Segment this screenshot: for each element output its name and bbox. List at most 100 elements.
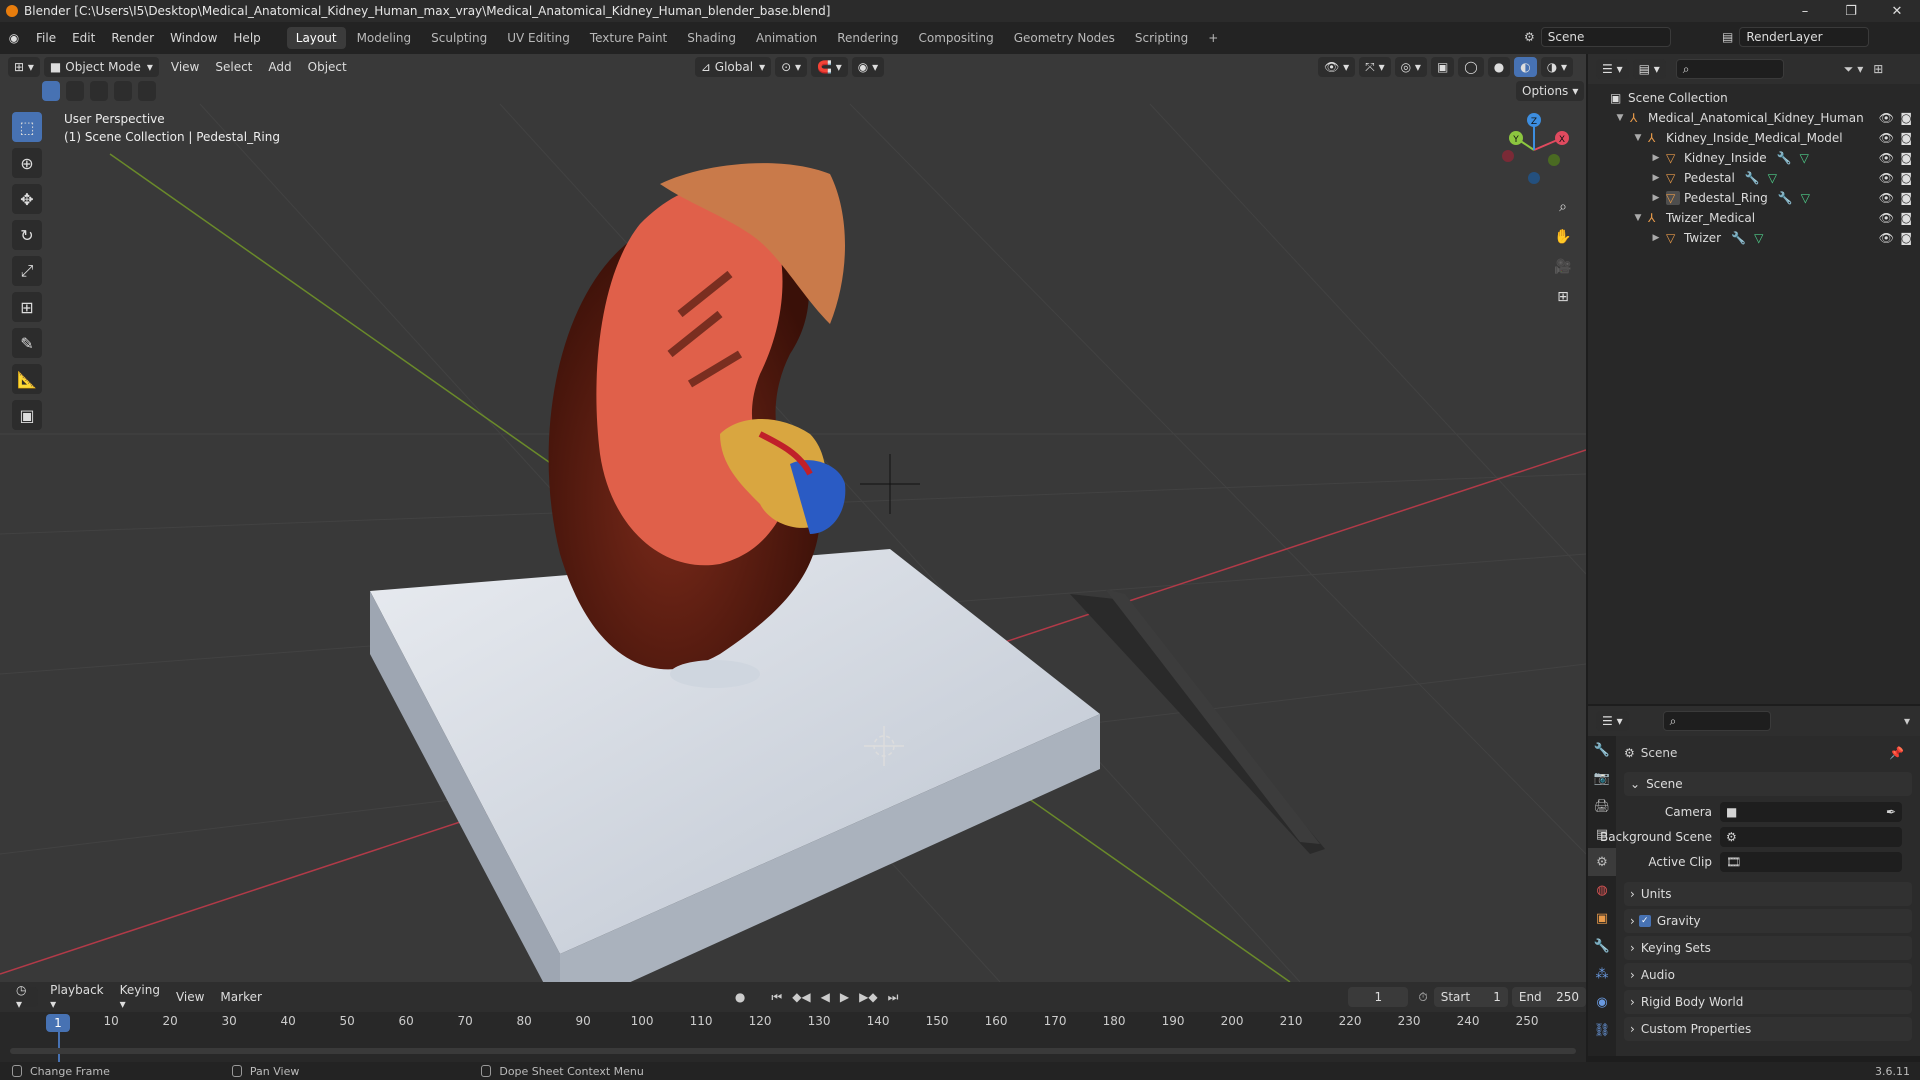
outliner-item[interactable]: ▶ ▽ Pedestal 🔧 ▽ 👁 ◙ xyxy=(1588,168,1920,188)
next-keyframe-icon[interactable]: ▶◆ xyxy=(859,990,877,1005)
jump-start-icon[interactable]: ⏮ xyxy=(771,990,782,1005)
clock-icon[interactable]: ⏱ xyxy=(1418,990,1427,1005)
menu-render[interactable]: Render xyxy=(103,22,162,54)
tab-sculpting[interactable]: Sculpting xyxy=(422,27,496,49)
outliner-editor-type-button[interactable]: ☰ ▾ xyxy=(1596,59,1629,79)
timeline-menu-marker[interactable]: Marker xyxy=(212,990,269,1004)
background-scene-field[interactable]: ⚙ xyxy=(1720,826,1902,847)
select-intersect-button[interactable] xyxy=(138,81,156,101)
add-workspace-button[interactable]: + xyxy=(1199,27,1227,49)
keying-sets-panel-header[interactable]: › Keying Sets xyxy=(1624,936,1912,960)
transform-orientation-selector[interactable]: ⊿ Global ▾ xyxy=(694,57,772,77)
tab-uv-editing[interactable]: UV Editing xyxy=(498,27,579,49)
select-new-button[interactable] xyxy=(42,81,60,101)
scale-tool-icon[interactable]: ⤢ xyxy=(12,256,42,286)
eye-icon[interactable]: 👁 xyxy=(1879,111,1894,125)
start-frame-field[interactable]: Start 1 xyxy=(1433,987,1508,1007)
properties-editor-type-button[interactable]: ☰ ▾ xyxy=(1596,711,1629,731)
expand-arrow-icon[interactable]: ▶ xyxy=(1650,193,1662,203)
gizmo-toggle[interactable]: ⤧ ▾ xyxy=(1359,57,1391,77)
eyedropper-icon[interactable]: ✒ xyxy=(1886,805,1896,819)
menu-help[interactable]: Help xyxy=(225,22,268,54)
timeline-scrollbar[interactable] xyxy=(10,1048,1576,1054)
audio-panel-header[interactable]: › Audio xyxy=(1624,963,1912,987)
shading-wireframe-button[interactable]: ◯ xyxy=(1458,57,1484,77)
mesh-data-icon[interactable]: ▽ xyxy=(1768,171,1777,185)
expand-arrow-icon[interactable]: ▼ xyxy=(1632,213,1644,223)
current-frame-field[interactable]: 1 xyxy=(1348,987,1409,1007)
active-clip-field[interactable]: 🎞 xyxy=(1720,851,1902,872)
navigation-gizmo[interactable]: X Y Z xyxy=(1494,110,1574,190)
tab-scripting[interactable]: Scripting xyxy=(1126,27,1197,49)
menu-edit[interactable]: Edit xyxy=(64,22,103,54)
camera-render-icon[interactable]: ◙ xyxy=(1900,211,1912,225)
camera-render-icon[interactable]: ◙ xyxy=(1900,171,1912,185)
tab-shading[interactable]: Shading xyxy=(678,27,745,49)
outliner-item[interactable]: ▼ ⅄ Twizer_Medical 👁 ◙ xyxy=(1588,208,1920,228)
properties-search-input[interactable]: ⌕ xyxy=(1662,711,1771,731)
camera-render-icon[interactable]: ◙ xyxy=(1900,111,1912,125)
timeline-menu-playback[interactable]: Playback ▾ xyxy=(42,983,112,1011)
close-button[interactable]: ✕ xyxy=(1874,0,1920,22)
view-layer-selector[interactable]: RenderLayer xyxy=(1739,27,1870,47)
shading-solid-button[interactable]: ● xyxy=(1487,57,1511,77)
end-frame-field[interactable]: End 250 xyxy=(1511,987,1587,1007)
camera-render-icon[interactable]: ◙ xyxy=(1900,231,1912,245)
shading-material-button[interactable]: ◐ xyxy=(1514,57,1537,77)
tab-geometry-nodes[interactable]: Geometry Nodes xyxy=(1005,27,1124,49)
playhead-frame[interactable]: 1 xyxy=(46,1014,70,1032)
eye-icon[interactable]: 👁 xyxy=(1879,191,1894,205)
camera-render-icon[interactable]: ◙ xyxy=(1900,191,1912,205)
new-collection-icon[interactable]: ⊞ xyxy=(1873,62,1883,76)
tool-tab-icon[interactable]: 🔧 xyxy=(1588,736,1616,764)
perspective-toggle-icon[interactable]: ⊞ xyxy=(1550,284,1576,310)
viewport-menu-add[interactable]: Add xyxy=(260,60,299,74)
editor-type-button[interactable]: ⊞ ▾ xyxy=(8,57,40,77)
tab-modeling[interactable]: Modeling xyxy=(348,27,421,49)
gravity-panel-header[interactable]: › ✓ Gravity xyxy=(1624,909,1912,933)
frame-ruler[interactable]: 1 10 20 30 40 50 60 70 80 90 100 110 120 130 140 150 16… xyxy=(0,1012,1586,1036)
pan-hand-icon[interactable]: ✋ xyxy=(1550,224,1576,250)
shading-rendered-button[interactable]: ◑ ▾ xyxy=(1540,57,1573,77)
camera-render-icon[interactable]: ◙ xyxy=(1900,131,1912,145)
timeline-menu-keying[interactable]: Keying ▾ xyxy=(112,983,168,1011)
select-subtract-button[interactable] xyxy=(90,81,108,101)
outliner-item[interactable]: ▶ ▽ Twizer 🔧 ▽ 👁 ◙ xyxy=(1588,228,1920,248)
timeline-editor[interactable]: ◷ ▾ Playback ▾ Keying ▾ View Marker ● ⏮ … xyxy=(0,982,1587,1068)
expand-arrow-icon[interactable]: ▶ xyxy=(1650,173,1662,183)
tab-layout[interactable]: Layout xyxy=(286,27,346,49)
scene-selector[interactable]: Scene xyxy=(1540,27,1671,47)
scene-panel-header[interactable]: ⌄ Scene xyxy=(1624,772,1912,796)
modifier-wrench-icon[interactable]: 🔧 xyxy=(1778,191,1793,205)
scene-collection-row[interactable]: ▣ Scene Collection xyxy=(1588,88,1920,108)
expand-arrow-icon[interactable]: ▼ xyxy=(1632,133,1644,143)
expand-arrow-icon[interactable]: ▼ xyxy=(1614,113,1626,123)
outliner-search-input[interactable]: ⌕ xyxy=(1675,59,1784,79)
select-extend-button[interactable] xyxy=(66,81,84,101)
move-tool-icon[interactable]: ✥ xyxy=(12,184,42,214)
measure-tool-icon[interactable]: 📐 xyxy=(12,364,42,394)
mesh-data-icon[interactable]: ▽ xyxy=(1754,231,1763,245)
record-icon[interactable]: ● xyxy=(735,990,745,1004)
camera-view-icon[interactable]: 🎥 xyxy=(1550,254,1576,280)
snap-toggle[interactable]: 🧲 ▾ xyxy=(811,57,848,77)
eye-icon[interactable]: 👁 xyxy=(1879,131,1894,145)
mesh-data-icon[interactable]: ▽ xyxy=(1800,151,1809,165)
modifier-wrench-icon[interactable]: 🔧 xyxy=(1745,171,1760,185)
camera-field[interactable]: ■ ✒ xyxy=(1720,801,1902,822)
select-invert-button[interactable] xyxy=(114,81,132,101)
expand-arrow-icon[interactable]: ▶ xyxy=(1650,233,1662,243)
add-cube-tool-icon[interactable]: ▣ xyxy=(12,400,42,430)
maximize-button[interactable]: ❐ xyxy=(1828,0,1874,22)
zoom-icon[interactable]: ⌕ xyxy=(1550,194,1576,220)
viewport-menu-select[interactable]: Select xyxy=(207,60,260,74)
display-mode-button[interactable]: ▤ ▾ xyxy=(1632,59,1666,79)
units-panel-header[interactable]: › Units xyxy=(1624,882,1912,906)
rigid-body-world-panel-header[interactable]: › Rigid Body World xyxy=(1624,990,1912,1014)
menu-window[interactable]: Window xyxy=(162,22,225,54)
outliner-item[interactable]: ▼ ⅄ Kidney_Inside_Medical_Model 👁 ◙ xyxy=(1588,128,1920,148)
eye-icon[interactable]: 👁 xyxy=(1879,231,1894,245)
tab-texture-paint[interactable]: Texture Paint xyxy=(581,27,676,49)
mode-selector[interactable]: ■ Object Mode ▾ xyxy=(43,57,159,77)
timeline-editor-type-button[interactable]: ◷ ▾ xyxy=(10,983,39,1011)
